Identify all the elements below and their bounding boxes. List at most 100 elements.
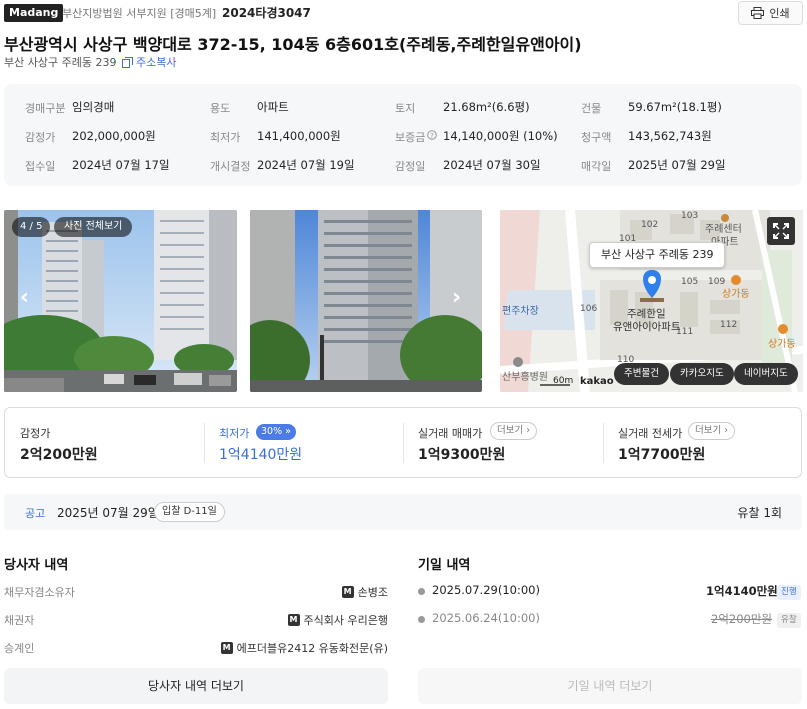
status-badge: 유찰	[777, 613, 801, 628]
parties-more-button[interactable]: 당사자 내역 더보기	[4, 668, 388, 704]
appraisal-label: 감정가	[20, 427, 51, 440]
party-name: 에프더블유2412 유동화전문(유)	[236, 642, 388, 655]
party-value: M 주식회사 우리은행	[200, 612, 388, 628]
parties-title: 당사자 내역	[4, 558, 69, 573]
map-label-109: 109	[708, 277, 725, 287]
help-icon[interactable]: ?	[427, 130, 437, 140]
info-label: 경매구분	[25, 102, 66, 115]
naver-map-button[interactable]: 네이버지도	[734, 363, 798, 385]
info-label: 토지	[395, 102, 416, 115]
map-label-hospital: 산부흥병원	[502, 370, 548, 383]
party-label: 승계인	[4, 642, 35, 655]
party-value: M 에프더블유2412 유동화전문(유)	[200, 640, 388, 656]
map-label-center: 주례센터	[705, 223, 742, 235]
member-icon[interactable]: M	[341, 586, 354, 598]
dday-badge: 입찰 D-11일	[154, 502, 225, 522]
info-value: 14,140,000원 (10%)	[443, 129, 558, 143]
kakao-map-button[interactable]: 카카오지도	[670, 363, 734, 385]
info-value: 2024년 07월 17일	[72, 158, 170, 172]
copy-address-button[interactable]: 주소복사	[122, 54, 176, 70]
map-label-complex1: 주례한일	[627, 307, 666, 320]
property-photo-1[interactable]	[4, 210, 237, 392]
site-logo[interactable]: Madang	[4, 4, 64, 22]
info-value: 임의경매	[72, 100, 115, 114]
info-label: 감정일	[395, 160, 426, 173]
all-photos-button[interactable]: 사진 전체보기	[54, 217, 133, 237]
sale-price-label: 실거래 매매가	[418, 427, 483, 440]
party-name: 손병조	[357, 586, 388, 599]
map-label-shop: 상가동	[722, 288, 750, 300]
info-value: 2025년 07월 29일	[628, 158, 726, 172]
shop-poi-icon-2	[778, 324, 788, 334]
party-value: M 손병조	[200, 584, 388, 600]
map-label-103: 103	[681, 211, 698, 221]
info-label: 접수일	[25, 160, 56, 173]
date-price: 1억4140만원	[706, 584, 778, 598]
prev-photo-arrow-icon[interactable]: ‹	[20, 285, 29, 310]
info-label: 청구액	[581, 131, 612, 144]
map-label-complex2: 유앤아이아파트	[613, 321, 681, 333]
printer-icon	[751, 7, 765, 19]
photo-counter: 4 / 5	[12, 217, 51, 237]
info-label: 개시결정	[210, 160, 251, 173]
info-label: 매각일	[581, 160, 612, 173]
appraisal-value: 2억200만원	[20, 447, 98, 463]
print-button[interactable]: 인쇄	[738, 1, 803, 25]
notice-label: 공고	[25, 507, 46, 520]
map-label-parking: 편주차장	[502, 305, 539, 317]
lease-price-more-button[interactable]: 더보기 ›	[688, 422, 736, 440]
sale-price-value: 1억9300만원	[418, 447, 506, 463]
party-name: 주식회사 우리은행	[303, 614, 388, 627]
info-label: 감정가	[25, 131, 56, 144]
notice-bar: 공고 2025년 07월 29일 입찰 D-11일 유찰 1회	[4, 494, 802, 530]
nearby-items-button[interactable]: 주변물건	[614, 363, 669, 385]
sub-address: 부산 사상구 주례동 239	[4, 56, 117, 69]
print-label: 인쇄	[769, 7, 790, 20]
info-value: 아파트	[257, 100, 289, 114]
more-label: 더보기	[497, 425, 524, 436]
map-address-tooltip: 부산 사상구 주례동 239	[589, 242, 726, 268]
sale-price-more-button[interactable]: 더보기 ›	[490, 422, 538, 440]
map-poi-icon	[721, 214, 729, 222]
svg-text:?: ?	[430, 132, 434, 140]
info-label: 보증금	[395, 131, 426, 144]
party-label: 채무자겸소유자	[4, 586, 75, 599]
fail-count: 유찰 1회	[737, 506, 782, 520]
info-value: 21.68m²(6.6평)	[443, 100, 530, 114]
info-value: 143,562,743원	[628, 129, 712, 143]
price-summary: 감정가 2억200만원 최저가 30% » 1억4140만원 실거래 매매가 더…	[4, 407, 802, 478]
notice-date: 2025년 07월 29일	[57, 506, 159, 520]
lease-price-label: 실거래 전세가	[618, 427, 683, 440]
map-label-shop2: 상가동	[768, 338, 796, 350]
dates-more-button[interactable]: 기일 내역 더보기	[418, 668, 802, 704]
auction-info-panel: 경매구분 임의경매 용도 아파트 토지 21.68m²(6.6평) 건물 59.…	[4, 84, 802, 186]
member-icon[interactable]: M	[220, 642, 233, 654]
map-label-102: 102	[641, 220, 658, 230]
date-bullet	[418, 616, 425, 623]
expand-map-icon[interactable]	[767, 217, 795, 245]
case-number: 2024타경3047	[222, 6, 311, 20]
info-value: 59.67m²(18.1평)	[628, 100, 722, 114]
info-value: 202,000,000원	[72, 129, 156, 143]
copy-address-label: 주소복사	[136, 56, 177, 69]
map-brand: kakao	[580, 376, 614, 387]
info-label: 건물	[581, 102, 602, 115]
next-photo-arrow-icon[interactable]: ›	[452, 285, 461, 310]
shop-poi-icon	[731, 275, 741, 285]
date-entry: 2025.07.29(10:00)	[432, 583, 540, 597]
property-photo-2[interactable]	[250, 210, 482, 392]
discount-percent: 30%	[261, 426, 283, 437]
hospital-poi-icon	[513, 357, 523, 367]
map-label-106: 106	[580, 304, 597, 314]
more-label: 더보기	[695, 425, 722, 436]
dates-title: 기일 내역	[418, 558, 471, 573]
date-bullet	[418, 588, 425, 595]
discount-badge: 30% »	[256, 424, 296, 440]
info-value: 141,400,000원	[257, 129, 341, 143]
date-price: 2억200만원	[711, 612, 773, 626]
date-entry: 2025.06.24(10:00)	[432, 611, 540, 625]
page-title: 부산광역시 사상구 백양대로 372-15, 104동 6층601호(주례동,주…	[4, 35, 582, 54]
member-icon[interactable]: M	[287, 614, 300, 626]
lease-price-value: 1억7700만원	[618, 447, 706, 463]
map-label-112: 112	[720, 320, 737, 330]
